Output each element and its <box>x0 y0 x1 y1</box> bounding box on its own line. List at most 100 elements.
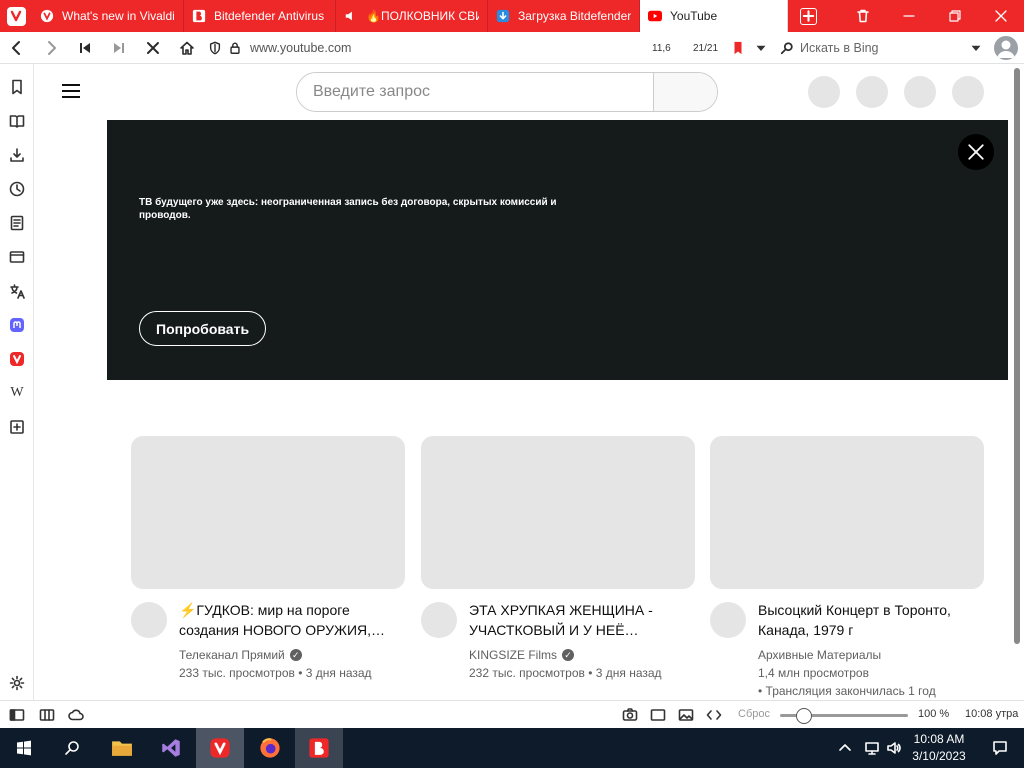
profile-avatar[interactable] <box>994 36 1018 60</box>
tab-label: What's new in Vivaldi <box>62 9 175 23</box>
visual-studio-button[interactable] <box>147 728 195 768</box>
restore-button[interactable] <box>932 0 978 32</box>
translate-icon <box>10 284 25 299</box>
tile-tabs-button[interactable] <box>39 707 55 723</box>
tray-overflow-button[interactable] <box>833 728 857 768</box>
bitdefender-taskbar-button[interactable] <box>295 728 343 768</box>
video-card[interactable]: Высоцкий Концерт в Торонто, Канада, 1979… <box>710 436 984 698</box>
trash-button[interactable] <box>840 0 886 32</box>
window-panel-button[interactable] <box>8 248 26 266</box>
downloads-panel-button[interactable] <box>8 146 26 164</box>
taskbar-clock[interactable]: 10:08 AM 3/10/2023 <box>906 731 972 765</box>
banner-text: ТВ будущего уже здесь: неограниченная за… <box>139 197 557 221</box>
folder-icon <box>112 741 132 756</box>
banner-close-button[interactable] <box>958 134 994 170</box>
topbar-button-4[interactable] <box>952 76 984 108</box>
home-button[interactable] <box>170 32 204 64</box>
channel-avatar[interactable] <box>131 602 167 638</box>
dropdown-arrow-icon[interactable] <box>970 42 982 54</box>
taskbar-search-button[interactable] <box>48 728 96 768</box>
search-placeholder: Искать в Bing <box>800 41 879 55</box>
topbar-button-1[interactable] <box>808 76 840 108</box>
zoom-slider-handle[interactable] <box>796 708 812 724</box>
bookmark-icon[interactable] <box>731 41 745 55</box>
rewind-button[interactable] <box>68 32 102 64</box>
channel-name[interactable]: Телеканал Прямий <box>179 648 285 662</box>
volume-button[interactable] <box>882 728 906 768</box>
notifications-button[interactable] <box>976 728 1024 768</box>
mastodon-panel-button[interactable] <box>8 316 26 334</box>
tab-1[interactable]: What's new in Vivaldi <box>32 0 184 32</box>
channel-name[interactable]: KINGSIZE Films <box>469 648 557 662</box>
fast-forward-button[interactable] <box>102 32 136 64</box>
dropdown-arrow-icon[interactable] <box>755 42 767 54</box>
wikipedia-panel-button[interactable]: W <box>8 384 26 402</box>
channel-avatar[interactable] <box>710 602 746 638</box>
video-thumbnail[interactable] <box>710 436 984 589</box>
file-explorer-button[interactable] <box>98 728 146 768</box>
back-button[interactable] <box>0 32 34 64</box>
youtube-search-input[interactable] <box>297 73 653 111</box>
capture-button[interactable] <box>622 707 638 723</box>
video-card[interactable]: ⚡ГУДКОВ: мир на пороге создания НОВОГО О… <box>131 436 405 680</box>
clock-icon <box>9 181 25 197</box>
panel-toggle-button[interactable] <box>9 707 25 723</box>
bookmark-icon <box>12 79 22 95</box>
firefox-button[interactable] <box>246 728 294 768</box>
book-icon <box>9 115 25 128</box>
notes-panel-button[interactable] <box>8 214 26 232</box>
restore-icon <box>949 10 961 22</box>
reading-list-button[interactable] <box>8 112 26 130</box>
page-actions-button[interactable] <box>706 707 722 723</box>
tab-2[interactable]: Bitdefender Antivirus <box>184 0 336 32</box>
close-window-button[interactable] <box>978 0 1024 32</box>
guide-menu-button[interactable] <box>62 84 80 98</box>
channel-avatar[interactable] <box>421 602 457 638</box>
view-count: 1,4 млн просмотров <box>758 666 869 680</box>
video-card[interactable]: ЭТА ХРУПКАЯ ЖЕНЩИНА - УЧАСТКОВЫЙ И У НЕЁ… <box>421 436 695 680</box>
video-thumbnail[interactable] <box>421 436 695 589</box>
topbar-button-2[interactable] <box>856 76 888 108</box>
topbar-button-3[interactable] <box>904 76 936 108</box>
zoom-reset-button[interactable]: Сброс <box>738 708 770 720</box>
channel-name[interactable]: Архивные Материалы <box>758 648 881 662</box>
bookmarks-panel-button[interactable] <box>8 78 26 96</box>
tab-label: 🔥ПОЛКОВНИК СВИ <box>366 9 479 23</box>
history-panel-button[interactable] <box>8 180 26 198</box>
tab-4[interactable]: Загрузка Bitdefender <box>488 0 640 32</box>
hamburger-icon <box>62 84 80 86</box>
forward-button[interactable] <box>34 32 68 64</box>
video-title[interactable]: Высоцкий Концерт в Торонто, Канада, 1979… <box>758 600 978 640</box>
tab-3[interactable]: 🔥ПОЛКОВНИК СВИ <box>336 0 488 32</box>
tab-tiling-button[interactable] <box>650 707 666 723</box>
window-icon <box>9 251 25 263</box>
stop-button[interactable] <box>136 32 170 64</box>
add-panel-button[interactable] <box>8 418 26 436</box>
start-button[interactable] <box>0 728 48 768</box>
search-engine-field[interactable]: Искать в Bing <box>780 36 990 60</box>
vivaldi-icon <box>10 352 24 366</box>
tab-label: Загрузка Bitdefender <box>518 9 631 23</box>
new-tab-button[interactable] <box>792 0 824 32</box>
youtube-search-button[interactable] <box>653 73 717 111</box>
video-title[interactable]: ЭТА ХРУПКАЯ ЖЕНЩИНА - УЧАСТКОВЫЙ И У НЕЁ… <box>469 600 689 640</box>
tab-youtube[interactable]: YouTube <box>640 0 788 32</box>
settings-button[interactable] <box>8 674 26 692</box>
blocked-count: 21/21 <box>693 42 719 54</box>
video-title[interactable]: ⚡ГУДКОВ: мир на пороге создания НОВОГО О… <box>179 600 399 640</box>
network-button[interactable] <box>860 728 884 768</box>
minimize-button[interactable] <box>886 0 932 32</box>
video-thumbnail[interactable] <box>131 436 405 589</box>
image-toggle-button[interactable] <box>678 707 694 723</box>
close-icon <box>995 10 1007 22</box>
minimize-icon <box>903 15 915 17</box>
url-field[interactable]: www.youtube.com 11,6 21/21 <box>208 32 778 64</box>
page-scrollbar[interactable] <box>1014 68 1020 644</box>
try-button[interactable]: Попробовать <box>139 311 267 346</box>
vivaldi-menu-button[interactable] <box>0 0 32 32</box>
sync-button[interactable] <box>68 707 84 723</box>
vivaldi-panel-button[interactable] <box>8 350 26 368</box>
verified-check-icon: ✓ <box>289 649 302 661</box>
vivaldi-taskbar-button[interactable] <box>196 728 244 768</box>
translate-panel-button[interactable] <box>8 282 26 300</box>
